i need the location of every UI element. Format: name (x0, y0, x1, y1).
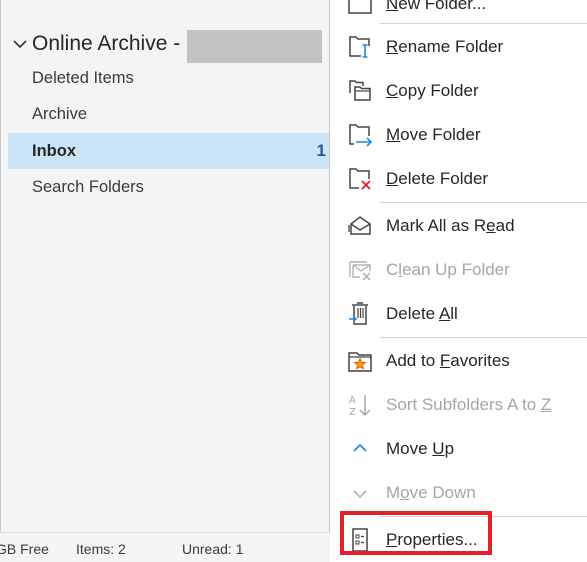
menu-item-sort-subfolders[interactable]: A Z Sort Subfolders A to Z (330, 383, 587, 427)
menu-item-move-down[interactable]: Move Down (330, 471, 587, 515)
redacted-account-email (187, 30, 322, 63)
accelerator-key: C (386, 81, 399, 100)
menu-label: Move Folder (386, 125, 481, 144)
status-free-space: GB Free (0, 541, 49, 557)
accelerator-key: M (386, 125, 401, 144)
sort-az-icon: A Z (347, 392, 373, 418)
menu-label: Rename Folder (386, 37, 504, 56)
status-items: Items: 2 (76, 541, 126, 557)
menu-item-rename-folder[interactable]: Rename Folder (330, 25, 587, 69)
folder-pane: Online Archive - Deleted Items Archive I… (0, 0, 331, 532)
menu-separator (380, 202, 587, 203)
move-folder-icon (347, 122, 373, 148)
menu-label: Move Down (386, 483, 476, 502)
menu-label: Clean Up Folder (386, 260, 510, 279)
svg-text:A: A (349, 395, 356, 406)
folder-item-inbox[interactable]: Inbox 1 (8, 133, 331, 169)
menu-label: Delete All (386, 304, 458, 323)
context-menu: New Folder... Rename Folder Copy Folder (330, 0, 587, 562)
menu-item-mark-all-read[interactable]: Mark All as Read (330, 204, 587, 248)
menu-label: Move Up (386, 439, 455, 458)
rename-folder-icon (347, 34, 373, 60)
delete-folder-icon (347, 166, 373, 192)
menu-item-clean-up-folder[interactable]: Clean Up Folder (330, 248, 587, 292)
open-envelope-icon (347, 213, 373, 239)
accelerator-key: o (400, 483, 410, 502)
folder-label: Search Folders (32, 177, 144, 196)
menu-item-move-up[interactable]: Move Up (330, 427, 587, 471)
menu-label: Sort Subfolders A to Z (386, 395, 552, 414)
menu-item-delete-folder[interactable]: Delete Folder (330, 157, 587, 201)
status-unread: Unread: 1 (182, 541, 244, 557)
folder-item-search-folders[interactable]: Search Folders (8, 169, 331, 205)
menu-item-delete-all[interactable]: Delete All (330, 292, 587, 336)
accelerator-key: R (386, 37, 399, 56)
copy-folder-icon (347, 78, 373, 104)
new-folder-icon (347, 0, 373, 17)
menu-item-copy-folder[interactable]: Copy Folder (330, 69, 587, 113)
menu-separator (380, 337, 587, 338)
accelerator-key: e (486, 216, 496, 235)
account-header[interactable]: Online Archive - (11, 29, 180, 59)
trash-icon (347, 301, 373, 327)
menu-label: Delete Folder (386, 169, 489, 188)
status-bar: GB Free Items: 2 Unread: 1 (0, 532, 330, 562)
folder-label: Archive (32, 104, 88, 123)
folder-label: Inbox (32, 141, 76, 160)
chevron-up-icon (347, 436, 373, 462)
chevron-down-icon (347, 480, 373, 506)
menu-label: New Folder... (386, 0, 486, 14)
favorite-folder-icon (347, 348, 373, 374)
folder-label: Deleted Items (32, 68, 134, 87)
account-name: Online Archive - (32, 32, 181, 55)
accelerator-key: Z (540, 395, 552, 414)
accelerator-key: A (438, 304, 451, 323)
menu-item-move-folder[interactable]: Move Folder (330, 113, 587, 157)
chevron-down-icon[interactable] (11, 35, 29, 53)
highlight-annotation-box (340, 511, 492, 555)
menu-item-add-to-favorites[interactable]: Add to Favorites (330, 339, 587, 383)
accelerator-key: F (439, 351, 451, 370)
clean-up-icon (347, 257, 373, 283)
accelerator-key: U (432, 439, 445, 458)
menu-label: Add to Favorites (386, 351, 510, 370)
menu-label: Copy Folder (386, 81, 479, 100)
accelerator-key: N (386, 0, 399, 13)
accelerator-key: D (386, 169, 399, 188)
unread-count: 1 (316, 141, 326, 160)
folder-item-archive[interactable]: Archive (8, 96, 331, 132)
folder-item-deleted-items[interactable]: Deleted Items (8, 60, 331, 96)
accelerator-key: l (398, 260, 403, 279)
menu-label: Mark All as Read (386, 216, 515, 235)
menu-separator (380, 23, 587, 24)
svg-text:Z: Z (349, 407, 356, 418)
